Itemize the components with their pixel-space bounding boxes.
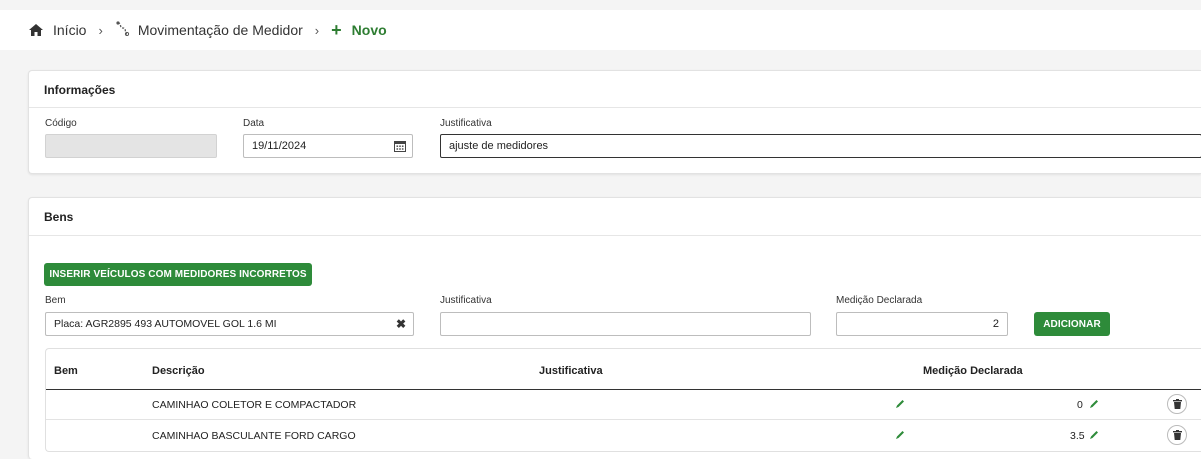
justificativa-value: ajuste de medidores [449,140,549,152]
divider [29,235,1201,236]
edit-justificativa-pencil-icon[interactable] [895,430,905,440]
column-header-justificativa[interactable]: Justificativa [539,365,603,377]
bens-justificativa-label: Justificativa [440,295,492,306]
codigo-label: Código [45,118,77,129]
breadcrumb-separator: › [98,22,103,38]
justificativa-label: Justificativa [440,118,492,129]
info-panel: Informações Código Data 19/11/2024 Justi… [28,70,1201,174]
delete-row-button[interactable] [1167,425,1187,445]
cell-descricao: CAMINHAO COLETOR E COMPACTADOR [152,399,357,411]
edit-medicao-pencil-icon[interactable] [1089,430,1099,440]
table-row: CAMINHAO BASCULANTE FORD CARGO 3.5 [46,421,1201,451]
date-field[interactable]: 19/11/2024 [243,134,413,158]
column-header-descricao[interactable]: Descrição [152,365,205,377]
column-header-bem[interactable]: Bem [54,365,78,377]
delete-row-button[interactable] [1167,394,1187,414]
route-icon [115,20,130,40]
edit-medicao-pencil-icon[interactable] [1089,399,1099,409]
cell-medicao: 0 [1077,399,1083,411]
trash-icon [1172,399,1182,409]
bem-label: Bem [45,295,66,306]
home-icon[interactable] [29,24,43,36]
add-button[interactable]: ADICIONAR [1034,312,1110,336]
trash-icon [1172,430,1182,440]
breadcrumb-separator: › [314,22,320,38]
codigo-field [45,134,217,158]
bens-panel: Bens INSERIR VEÍCULOS COM MEDIDORES INCO… [28,197,1201,459]
bem-select[interactable]: Placa: AGR2895 493 AUTOMOVEL GOL 1.6 MI … [45,312,414,336]
breadcrumb: Início › Movimentação de Medidor › + Nov… [0,10,1201,50]
table-row: CAMINHAO COLETOR E COMPACTADOR 0 [46,390,1201,420]
bens-justificativa-input[interactable] [440,312,811,336]
date-value: 19/11/2024 [252,140,307,152]
edit-justificativa-pencil-icon[interactable] [895,399,905,409]
breadcrumb-home-link[interactable]: Início [53,22,86,38]
data-label: Data [243,118,265,129]
bem-value: Placa: AGR2895 493 AUTOMOVEL GOL 1.6 MI [54,318,277,330]
cell-medicao: 3.5 [1070,430,1085,442]
plus-icon: + [331,20,342,40]
medicao-input[interactable]: 2 [836,312,1008,336]
bens-table: Bem Descrição Justificativa Medição Decl… [45,348,1201,452]
breadcrumb-current: Novo [351,22,387,38]
bens-panel-title: Bens [44,210,74,224]
divider [29,107,1201,108]
medicao-label: Medição Declarada [836,295,923,306]
cell-descricao: CAMINHAO BASCULANTE FORD CARGO [152,430,356,442]
info-panel-title: Informações [44,83,116,97]
justificativa-field[interactable]: ajuste de medidores [440,134,1201,158]
medicao-value: 2 [992,318,999,330]
insert-incorrect-meters-button[interactable]: INSERIR VEÍCULOS COM MEDIDORES INCORRETO… [44,263,312,286]
row-divider [46,419,1201,420]
calendar-icon[interactable] [394,140,406,152]
breadcrumb-section-link[interactable]: Movimentação de Medidor [138,22,303,38]
clear-icon[interactable]: ✖ [389,313,413,335]
column-header-medicao[interactable]: Medição Declarada [923,365,1023,377]
